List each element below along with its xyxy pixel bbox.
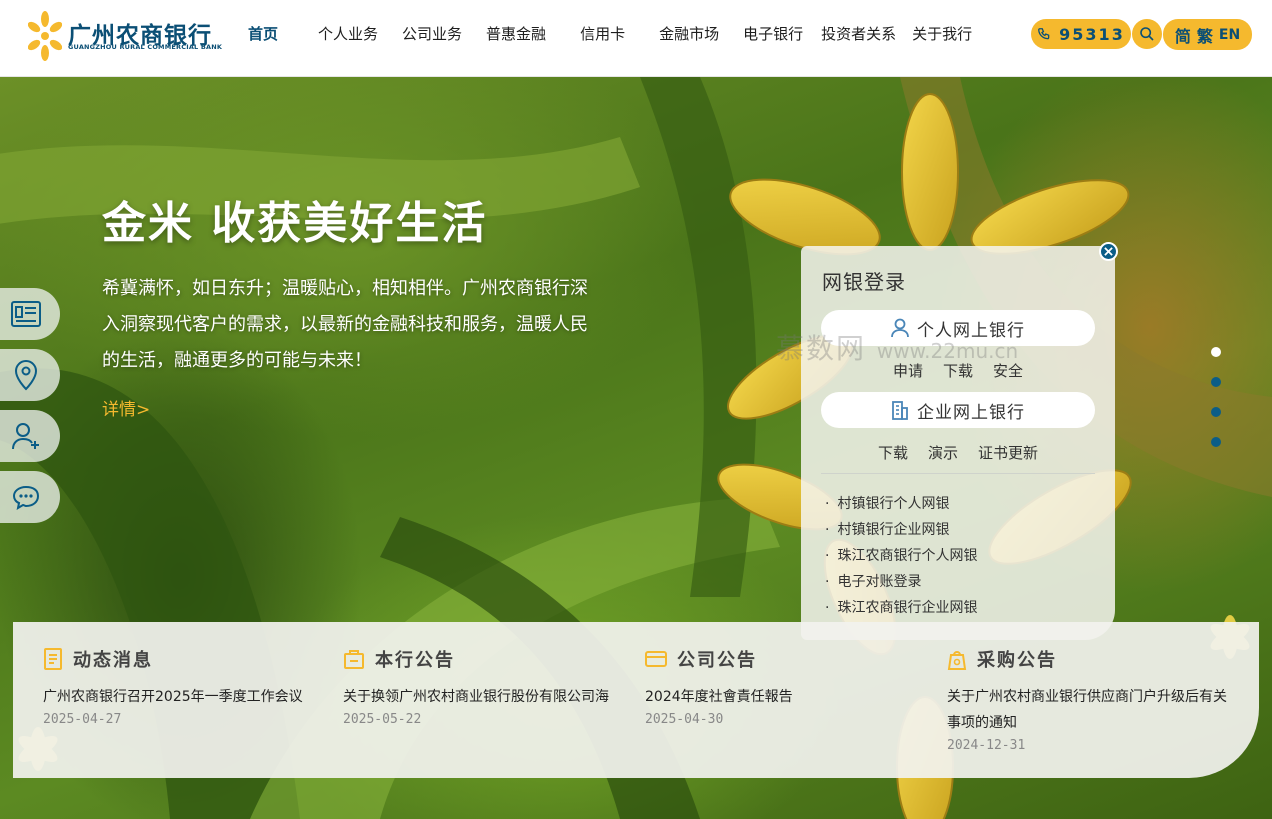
- news-item-date: 2024-12-31: [947, 738, 1026, 753]
- news-heading[interactable]: 动态消息: [43, 646, 333, 672]
- card-icon: [645, 651, 667, 667]
- lang-simplified[interactable]: 简: [1175, 23, 1191, 47]
- personal-e-banking-label: 个人网上银行: [917, 320, 1025, 341]
- user-icon: [891, 318, 909, 338]
- hero-description: 希冀满怀，如日东升；温暖贴心，相知相伴。广州农商银行深入洞察现代客户的需求，以最…: [102, 278, 588, 371]
- search-button[interactable]: [1132, 19, 1162, 49]
- news-heading-label: 公司公告: [677, 650, 757, 671]
- corporate-links: 下载 演示 证书更新: [801, 442, 1115, 463]
- list-item[interactable]: 村镇银行个人网银: [825, 491, 977, 517]
- location-pin-icon: [14, 359, 38, 391]
- carousel-dot[interactable]: [1211, 407, 1221, 417]
- notice-bag-icon: [344, 650, 364, 669]
- news-heading-label: 本行公告: [375, 650, 455, 671]
- language-switcher: 简 繁 EN: [1163, 19, 1252, 50]
- logo-flower-icon: [28, 11, 62, 61]
- carousel-dot[interactable]: [1211, 437, 1221, 447]
- bag-icon: [947, 651, 967, 670]
- news-heading[interactable]: 公司公告: [645, 646, 935, 672]
- news-heading-label: 采购公告: [977, 650, 1057, 671]
- building-icon: [892, 401, 908, 420]
- list-item[interactable]: 村镇银行企业网银: [825, 517, 977, 543]
- carousel-dot[interactable]: [1211, 377, 1221, 387]
- carousel-dot[interactable]: [1211, 347, 1221, 357]
- nav-credit-card[interactable]: 信用卡: [568, 23, 647, 44]
- nav-inclusive[interactable]: 普惠金融: [474, 23, 568, 44]
- personal-links: 申请 下载 安全: [801, 360, 1115, 381]
- main-nav: 首页 个人业务 公司业务 普惠金融 信用卡 金融市场 电子银行 投资者关系 关于…: [236, 0, 984, 66]
- side-tool-chat[interactable]: [0, 471, 60, 523]
- list-item[interactable]: 珠江农商银行企业网银: [825, 595, 977, 621]
- close-icon: [1104, 247, 1113, 256]
- lang-traditional[interactable]: 繁: [1197, 23, 1213, 47]
- personal-apply-link[interactable]: 申请: [893, 360, 923, 381]
- personal-e-banking-button[interactable]: 个人网上银行: [821, 310, 1095, 346]
- news-heading[interactable]: 采购公告: [947, 646, 1227, 672]
- news-band: 动态消息 广州农商银行召开2025年一季度工作会议 2025-04-27 本行公…: [13, 622, 1259, 778]
- bank-name-en: GUANGZHOU RURAL COMMERCIAL BANK: [68, 43, 223, 51]
- side-tool-location[interactable]: [0, 349, 60, 401]
- other-e-banking-list: 村镇银行个人网银 村镇银行企业网银 珠江农商银行个人网银 电子对账登录 珠江农商…: [825, 491, 977, 621]
- news-column-dynamics: 动态消息 广州农商银行召开2025年一季度工作会议 2025-04-27: [43, 646, 333, 727]
- news-item-date: 2025-04-27: [43, 712, 122, 727]
- hero-more-link[interactable]: 详情>: [102, 395, 150, 420]
- news-item-title[interactable]: 广州农商银行召开2025年一季度工作会议: [43, 684, 333, 710]
- hero-banner: 金米 收获美好生活 希冀满怀，如日东升；温暖贴心，相知相伴。广州农商银行深入洞察…: [0, 77, 1272, 819]
- corporate-cert-update-link[interactable]: 证书更新: [978, 442, 1038, 463]
- news-column-bank-notice: 本行公告 关于换领广州农村商业银行股份有限公司海 2025-05-22: [343, 646, 633, 727]
- news-card-icon: [11, 301, 41, 327]
- news-item-date: 2025-05-22: [343, 712, 422, 727]
- news-item-title[interactable]: 2024年度社會責任報告: [645, 684, 935, 710]
- lang-english[interactable]: EN: [1219, 27, 1240, 43]
- corporate-demo-link[interactable]: 演示: [928, 442, 958, 463]
- hotline-number: 95313: [1059, 24, 1125, 44]
- document-icon: [44, 648, 62, 670]
- news-column-company-notice: 公司公告 2024年度社會責任報告 2025-04-30: [645, 646, 935, 727]
- e-banking-login-panel: 网银登录 个人网上银行 申请 下载 安全 企业网上银行 下载 演示 证书更新 村…: [801, 246, 1115, 640]
- nav-investor-relations[interactable]: 投资者关系: [809, 23, 902, 44]
- list-item[interactable]: 电子对账登录: [825, 569, 977, 595]
- side-tool-user-add[interactable]: [0, 410, 60, 462]
- nav-e-banking[interactable]: 电子银行: [731, 23, 809, 44]
- news-heading[interactable]: 本行公告: [343, 646, 633, 672]
- login-close-button[interactable]: [1099, 242, 1118, 261]
- site-header: 广州农商银行 GUANGZHOU RURAL COMMERCIAL BANK 首…: [0, 0, 1272, 77]
- nav-about[interactable]: 关于我行: [902, 23, 984, 44]
- login-title: 网银登录: [822, 270, 906, 294]
- user-add-icon: [12, 423, 39, 450]
- news-column-procurement: 采购公告 关于广州农村商业银行供应商门户升级后有关事项的通知 2024-12-3…: [947, 646, 1227, 753]
- nav-financial-market[interactable]: 金融市场: [647, 23, 731, 44]
- chat-icon: [12, 485, 40, 510]
- carousel-indicators: [1211, 347, 1221, 467]
- personal-download-link[interactable]: 下载: [943, 360, 973, 381]
- hotline-button[interactable]: 95313: [1031, 19, 1131, 49]
- login-divider: [821, 473, 1095, 474]
- news-item-title[interactable]: 关于换领广州农村商业银行股份有限公司海: [343, 684, 633, 710]
- search-icon: [1140, 27, 1154, 41]
- nav-personal[interactable]: 个人业务: [304, 23, 390, 44]
- side-tool-news[interactable]: [0, 288, 60, 340]
- bank-logo[interactable]: 广州农商银行 GUANGZHOU RURAL COMMERCIAL BANK: [28, 10, 228, 62]
- news-item-date: 2025-04-30: [645, 712, 724, 727]
- corporate-e-banking-label: 企业网上银行: [917, 402, 1025, 423]
- corporate-download-link[interactable]: 下载: [878, 442, 908, 463]
- news-heading-label: 动态消息: [73, 650, 153, 671]
- personal-security-link[interactable]: 安全: [993, 360, 1023, 381]
- list-item[interactable]: 珠江农商银行个人网银: [825, 543, 977, 569]
- nav-home[interactable]: 首页: [236, 23, 304, 44]
- news-item-title[interactable]: 关于广州农村商业银行供应商门户升级后有关事项的通知: [947, 684, 1227, 736]
- phone-icon: [1038, 28, 1050, 40]
- corporate-e-banking-button[interactable]: 企业网上银行: [821, 392, 1095, 428]
- hero-title: 金米 收获美好生活: [102, 198, 488, 249]
- nav-corporate[interactable]: 公司业务: [390, 23, 474, 44]
